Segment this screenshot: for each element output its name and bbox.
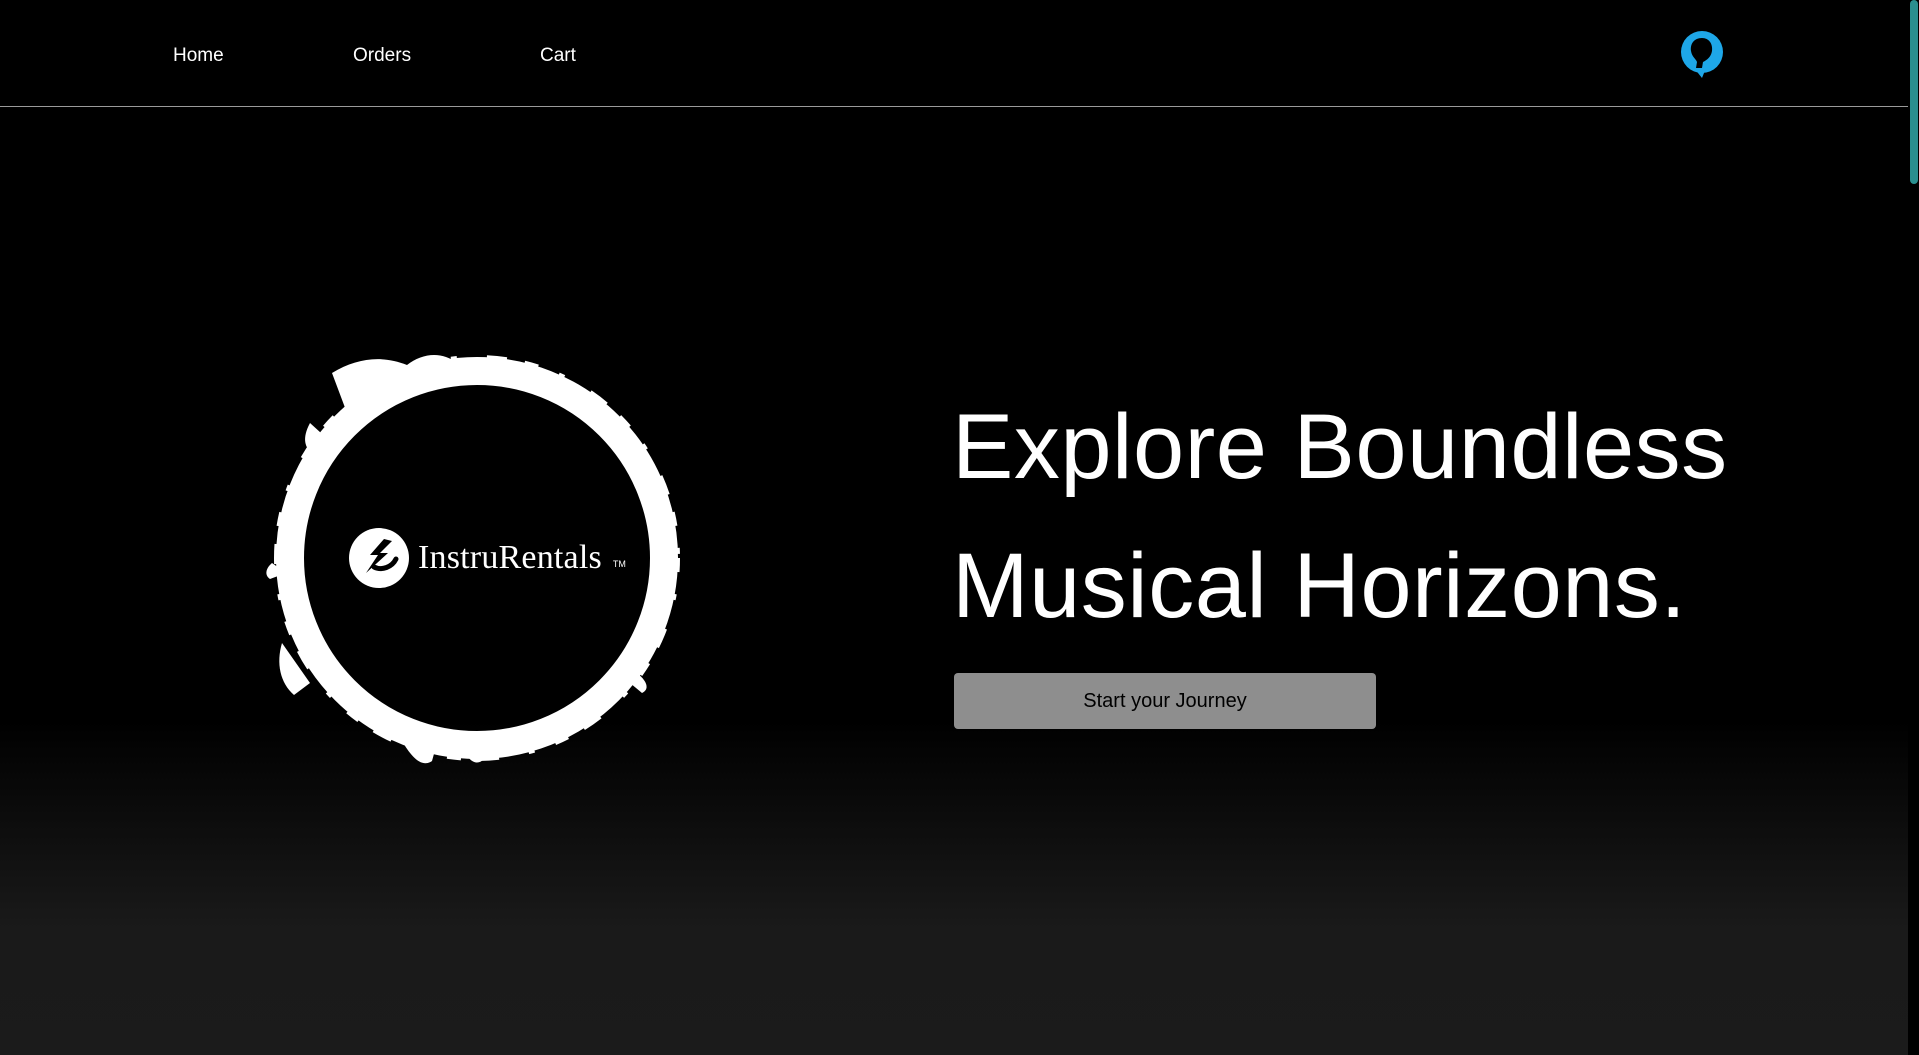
hero-headline-line-1: Explore Boundless	[952, 396, 1728, 498]
page-scrollbar[interactable]	[1908, 0, 1919, 1055]
profile-button[interactable]	[1676, 28, 1728, 80]
nav-link-cart[interactable]: Cart	[540, 44, 576, 68]
hero-headline: Explore Boundless Musical Horizons.	[952, 378, 1852, 656]
brand-name: InstruRentals	[418, 539, 602, 576]
page: Home Orders Cart InstruRentals TM Explor…	[0, 0, 1919, 1055]
user-profile-icon	[1681, 31, 1723, 78]
brand-wordmark: InstruRentals TM	[348, 523, 626, 593]
start-journey-button[interactable]: Start your Journey	[954, 673, 1376, 729]
nav-link-home[interactable]: Home	[173, 44, 224, 68]
nav-link-orders[interactable]: Orders	[353, 44, 411, 68]
hero-headline-line-2: Musical Horizons.	[952, 535, 1687, 637]
trademark-label: TM	[612, 559, 626, 569]
scrollbar-thumb[interactable]	[1910, 0, 1918, 184]
top-navbar: Home Orders Cart	[0, 0, 1908, 107]
brand-mark-icon	[349, 528, 409, 588]
